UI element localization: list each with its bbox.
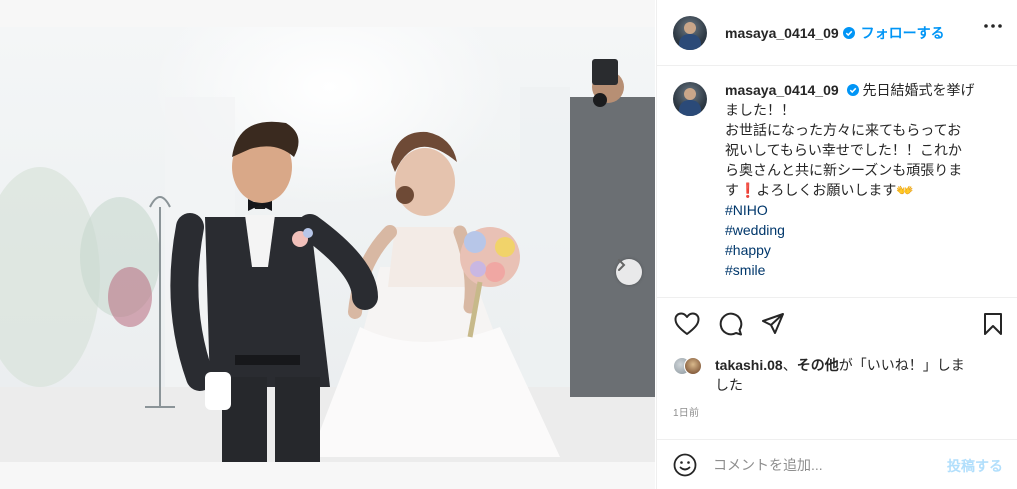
likes-suffix: が「いいね！」しま xyxy=(838,357,965,373)
bookmark-icon[interactable] xyxy=(983,312,1003,336)
caption-line: ら奥さんと共に新シーズンも頑張りま xyxy=(725,162,963,178)
hashtag-link[interactable]: #smile xyxy=(725,260,989,280)
likes-text: takashi.08、その他が「いいね！」しま した xyxy=(715,355,965,395)
post-comment-button[interactable]: 投稿する xyxy=(947,456,1003,476)
post-side-panel: masaya_0414_09 フォローする masaya_0414_09 先日結… xyxy=(656,0,1017,489)
follow-button[interactable]: フォローする xyxy=(861,23,945,43)
post-actions xyxy=(657,297,1017,353)
caption-line: お世話になった方々に来てもらってお xyxy=(725,122,962,138)
caption-username[interactable]: masaya_0414_09 xyxy=(725,82,839,98)
verified-badge-icon xyxy=(842,26,855,39)
comment-input[interactable] xyxy=(713,456,923,473)
post-header: masaya_0414_09 フォローする xyxy=(657,0,1017,66)
emoji-smile-icon[interactable] xyxy=(673,453,697,477)
verified-badge-icon xyxy=(846,84,859,96)
more-horizontal-icon[interactable] xyxy=(984,24,1002,28)
paper-plane-icon[interactable] xyxy=(761,312,785,336)
liker-username[interactable]: takashi.08 xyxy=(715,357,783,373)
caption-line: ました！！ xyxy=(725,102,795,118)
caption-text: masaya_0414_09 先日結婚式を挙げ ました！！ お世話になった方々に… xyxy=(725,80,989,290)
comment-icon[interactable] xyxy=(718,312,743,336)
likes-suffix: した xyxy=(715,377,743,393)
caption-line: 祝いしてもらい幸せでした！！これか xyxy=(725,142,962,158)
hashtag-link[interactable]: #NIHO xyxy=(725,200,989,220)
header-username[interactable]: masaya_0414_09 xyxy=(725,25,839,41)
likes-summary: takashi.08、その他が「いいね！」しま した xyxy=(673,355,1003,395)
post-timestamp[interactable]: 1日前 xyxy=(673,404,699,419)
wedding-photo-illustration xyxy=(0,59,655,462)
avatar xyxy=(684,357,702,375)
avatar[interactable] xyxy=(673,82,707,116)
comment-bar: 投稿する xyxy=(657,439,1017,489)
heart-icon[interactable] xyxy=(674,312,700,336)
likes-others-link[interactable]: その他 xyxy=(797,357,839,373)
likes-separator: 、 xyxy=(782,357,797,373)
avatar[interactable] xyxy=(673,15,707,50)
wedding-photo[interactable] xyxy=(0,27,655,462)
hashtag-link[interactable]: #wedding xyxy=(725,220,989,240)
chevron-right-icon xyxy=(618,259,626,271)
post-media-pane xyxy=(0,0,655,489)
caption-line: す❗️よろしくお願いします👐 xyxy=(725,182,914,198)
post-caption: masaya_0414_09 先日結婚式を挙げ ました！！ お世話になった方々に… xyxy=(673,80,1003,290)
hashtag-link[interactable]: #happy xyxy=(725,240,989,260)
caption-line: 先日結婚式を挙げ xyxy=(862,82,975,98)
liker-avatars[interactable] xyxy=(673,357,707,377)
carousel-next-button[interactable] xyxy=(616,259,642,285)
